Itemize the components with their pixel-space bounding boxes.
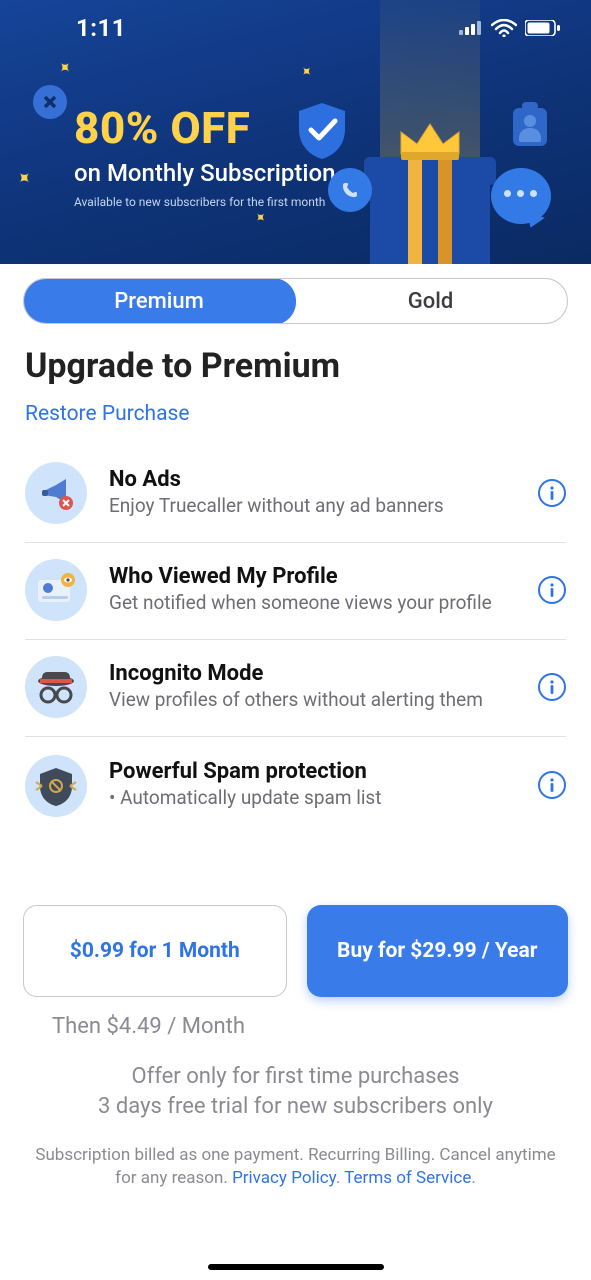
tab-gold[interactable]: Gold	[294, 279, 567, 323]
feature-title: Who Viewed My Profile	[109, 564, 516, 589]
contact-card-icon	[513, 108, 547, 146]
feature-no-ads: No Ads Enjoy Truecaller without any ad b…	[25, 460, 566, 543]
megaphone-icon	[25, 462, 87, 524]
info-icon	[547, 777, 557, 793]
crown-icon	[397, 118, 463, 162]
buy-month-button[interactable]: $0.99 for 1 Month	[23, 905, 287, 997]
home-indicator[interactable]	[208, 1264, 384, 1270]
shield-check-icon	[295, 101, 349, 161]
feature-spam-protection: Powerful Spam protection • Automatically…	[25, 737, 566, 821]
restore-purchase-link[interactable]: Restore Purchase	[25, 402, 566, 426]
tab-premium[interactable]: Premium	[23, 278, 296, 324]
feature-list: No Ads Enjoy Truecaller without any ad b…	[25, 460, 566, 821]
status-bar: 1:11	[0, 0, 591, 55]
feature-who-viewed: Who Viewed My Profile Get notified when …	[25, 543, 566, 640]
info-button[interactable]	[538, 673, 566, 701]
info-button[interactable]	[538, 771, 566, 799]
info-icon	[547, 582, 557, 598]
chat-bubble-icon	[491, 168, 551, 224]
close-icon	[42, 94, 58, 110]
info-icon	[547, 679, 557, 695]
hero-fineprint: Available to new subscribers for the fir…	[74, 195, 336, 209]
tier-segmented-control: Premium Gold	[23, 278, 568, 324]
feature-title: Incognito Mode	[109, 661, 516, 686]
feature-desc: View profiles of others without alerting…	[109, 688, 516, 713]
info-button[interactable]	[538, 576, 566, 604]
cellular-icon	[459, 21, 483, 35]
offer-note: Offer only for first time purchases 3 da…	[0, 1062, 591, 1121]
info-button[interactable]	[538, 479, 566, 507]
shield-badge-icon	[25, 755, 87, 817]
buy-year-button[interactable]: Buy for $29.99 / Year	[307, 905, 569, 997]
page-title: Upgrade to Premium	[25, 346, 566, 386]
hero-subtitle: on Monthly Subscription	[74, 159, 336, 187]
phone-bubble-icon	[328, 168, 372, 212]
feature-desc: Enjoy Truecaller without any ad banners	[109, 494, 516, 519]
privacy-policy-link[interactable]: Privacy Policy	[232, 1168, 336, 1188]
close-button[interactable]	[33, 85, 67, 119]
status-time: 1:11	[76, 14, 126, 42]
wifi-icon	[491, 19, 517, 37]
battery-icon	[525, 20, 561, 36]
feature-title: No Ads	[109, 467, 516, 492]
terms-of-service-link[interactable]: Terms of Service	[344, 1168, 471, 1188]
feature-desc: Get notified when someone views your pro…	[109, 591, 516, 616]
legal-text: Subscription billed as one payment. Recu…	[0, 1144, 591, 1190]
gift-box-illustration	[370, 120, 490, 264]
incognito-icon	[25, 656, 87, 718]
profile-eye-icon	[25, 559, 87, 621]
feature-desc: • Automatically update spam list	[109, 786, 516, 811]
renewal-price: Then $4.49 / Month	[52, 1014, 245, 1039]
feature-title: Powerful Spam protection	[109, 759, 516, 784]
feature-incognito: Incognito Mode View profiles of others w…	[25, 640, 566, 737]
info-icon	[547, 485, 557, 501]
